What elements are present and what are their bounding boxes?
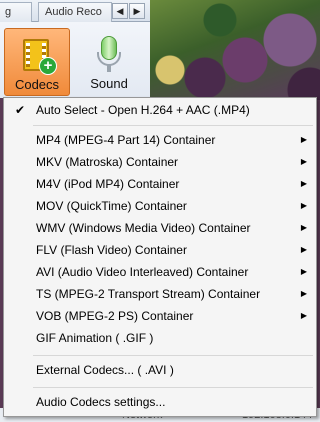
- sound-label: Sound: [90, 76, 128, 91]
- scroll-right-icon[interactable]: ▶: [129, 3, 145, 19]
- menu-separator: [33, 387, 313, 388]
- menu-item-mov[interactable]: MOV (QuickTime) Container ▶: [7, 195, 313, 217]
- submenu-arrow-icon: ▶: [300, 245, 307, 254]
- menu-item-label: TS (MPEG-2 Transport Stream) Container: [36, 287, 261, 301]
- menu-item-wmv[interactable]: WMV (Windows Media Video) Container ▶: [7, 217, 313, 239]
- menu-item-audio-codecs-settings[interactable]: Audio Codecs settings...: [7, 391, 313, 413]
- codecs-dropdown-menu: ✔ Auto Select - Open H.264 + AAC (.MP4) …: [3, 97, 317, 417]
- menu-item-auto-select[interactable]: ✔ Auto Select - Open H.264 + AAC (.MP4): [7, 99, 313, 121]
- menu-item-label: GIF Animation ( .GIF ): [36, 331, 154, 345]
- tab-scroll-buttons: ◀ ▶: [112, 3, 145, 19]
- tab-strip: g Audio Reco ◀ ▶: [0, 0, 150, 22]
- menu-separator: [33, 355, 313, 356]
- menu-item-ts[interactable]: TS (MPEG-2 Transport Stream) Container ▶: [7, 283, 313, 305]
- toolbar: + Codecs Sound: [0, 22, 150, 98]
- submenu-arrow-icon: ▶: [300, 135, 307, 144]
- menu-item-mp4[interactable]: MP4 (MPEG-4 Part 14) Container ▶: [7, 129, 313, 151]
- film-strip-plus-icon: +: [17, 35, 57, 75]
- menu-item-vob[interactable]: VOB (MPEG-2 PS) Container ▶: [7, 305, 313, 327]
- microphone-icon: [89, 34, 129, 74]
- menu-item-label: VOB (MPEG-2 PS) Container: [36, 309, 194, 323]
- menu-item-label: Audio Codecs settings...: [36, 395, 166, 409]
- codecs-label: Codecs: [14, 77, 60, 92]
- submenu-arrow-icon: ▶: [300, 223, 307, 232]
- menu-item-label: FLV (Flash Video) Container: [36, 243, 187, 257]
- menu-item-avi[interactable]: AVI (Audio Video Interleaved) Container …: [7, 261, 313, 283]
- checkmark-icon: ✔: [15, 103, 26, 117]
- sound-button[interactable]: Sound: [76, 28, 142, 96]
- menu-item-label: MKV (Matroska) Container: [36, 155, 179, 169]
- menu-item-label: External Codecs... ( .AVI ): [36, 363, 174, 377]
- submenu-arrow-icon: ▶: [300, 311, 307, 320]
- menu-item-m4v[interactable]: M4V (iPod MP4) Container ▶: [7, 173, 313, 195]
- menu-item-flv[interactable]: FLV (Flash Video) Container ▶: [7, 239, 313, 261]
- menu-item-label: M4V (iPod MP4) Container: [36, 177, 180, 191]
- tab-partial[interactable]: g: [0, 2, 32, 22]
- menu-item-label: MP4 (MPEG-4 Part 14) Container: [36, 133, 216, 147]
- submenu-arrow-icon: ▶: [300, 157, 307, 166]
- menu-separator: [33, 125, 313, 126]
- scroll-left-icon[interactable]: ◀: [112, 3, 128, 19]
- menu-item-label: Auto Select - Open H.264 + AAC (.MP4): [36, 103, 250, 117]
- menu-item-label: AVI (Audio Video Interleaved) Container: [36, 265, 249, 279]
- tab-audio-record[interactable]: Audio Reco: [38, 2, 112, 22]
- menu-item-gif[interactable]: GIF Animation ( .GIF ): [7, 327, 313, 349]
- background-photo: [150, 0, 320, 100]
- codecs-button[interactable]: + Codecs: [4, 28, 70, 96]
- submenu-arrow-icon: ▶: [300, 179, 307, 188]
- submenu-arrow-icon: ▶: [300, 289, 307, 298]
- menu-item-label: MOV (QuickTime) Container: [36, 199, 187, 213]
- menu-item-label: WMV (Windows Media Video) Container: [36, 221, 251, 235]
- menu-item-mkv[interactable]: MKV (Matroska) Container ▶: [7, 151, 313, 173]
- submenu-arrow-icon: ▶: [300, 201, 307, 210]
- submenu-arrow-icon: ▶: [300, 267, 307, 276]
- menu-item-external-codecs[interactable]: External Codecs... ( .AVI ): [7, 359, 313, 381]
